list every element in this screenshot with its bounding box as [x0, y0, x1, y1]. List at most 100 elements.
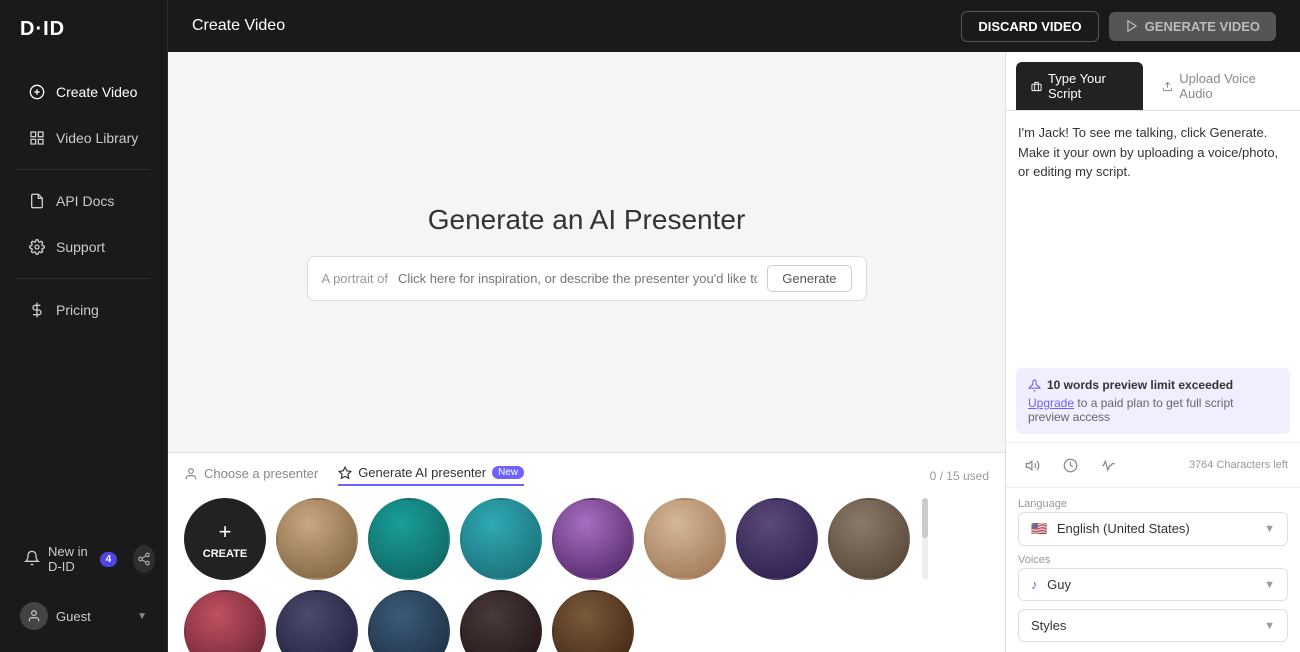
voices-label: Voices [1018, 554, 1288, 566]
script-textarea[interactable] [1018, 123, 1288, 343]
generate-bar-input[interactable] [398, 271, 757, 286]
language-setting: Language 🇺🇸 English (United States) ▼ [1018, 498, 1288, 546]
new-in-did-label: New in D-ID [48, 544, 92, 574]
sidebar-item-api-docs-label: API Docs [56, 193, 114, 209]
language-label: Language [1018, 498, 1288, 510]
voices-select[interactable]: ♪ Guy ▼ [1018, 568, 1288, 601]
logo-area: D·ID [0, 0, 167, 59]
generate-bar-button[interactable]: Generate [767, 265, 851, 292]
presenters-tabs: Choose a presenter Generate AI presenter… [184, 465, 989, 486]
generate-video-button[interactable]: GENERATE VIDEO [1109, 12, 1276, 41]
voices-chevron-icon: ▼ [1264, 579, 1275, 591]
tab-new-badge: New [492, 466, 524, 479]
scrollbar-area [920, 498, 928, 580]
used-count: 0 / 15 used [930, 469, 989, 483]
tab-type-script[interactable]: Type Your Script [1016, 62, 1143, 110]
keyboard-icon [1031, 80, 1042, 93]
presenters-row2 [184, 590, 989, 652]
presenter-item[interactable] [552, 590, 634, 652]
sidebar-item-video-library[interactable]: Video Library [8, 117, 159, 159]
script-panel: Type Your Script Upload Voice Audio 10 w… [1005, 52, 1300, 652]
sidebar-bottom: New in D-ID 4 Guest ▼ [0, 518, 167, 652]
main-content: Create Video DISCARD VIDEO GENERATE VIDE… [168, 0, 1300, 652]
presenter-item[interactable] [828, 498, 910, 580]
scrollbar-thumb[interactable] [922, 498, 928, 538]
presenter-item[interactable] [644, 498, 726, 580]
presenter-item[interactable] [276, 498, 358, 580]
sidebar-item-support-label: Support [56, 239, 105, 255]
video-panel: Generate an AI Presenter A portrait of G… [168, 52, 1005, 652]
language-chevron-icon: ▼ [1264, 523, 1275, 535]
sidebar-item-create-video-label: Create Video [56, 84, 137, 100]
new-in-did-button[interactable]: New in D-ID 4 [12, 534, 129, 584]
script-toolbar: 3764 Characters left [1006, 442, 1300, 487]
presenter-item[interactable] [460, 590, 542, 652]
sidebar-item-support[interactable]: Support [8, 226, 159, 268]
presenter-item[interactable] [368, 590, 450, 652]
create-presenter-button[interactable]: + CREATE [184, 498, 266, 580]
file-icon [28, 192, 46, 210]
plus-circle-icon [28, 83, 46, 101]
sidebar-item-pricing[interactable]: Pricing [8, 289, 159, 331]
content-area: Generate an AI Presenter A portrait of G… [168, 52, 1300, 652]
tabs-left: Choose a presenter Generate AI presenter… [184, 465, 524, 486]
tab-choose-presenter[interactable]: Choose a presenter [184, 465, 318, 486]
upload-icon [1162, 80, 1173, 93]
generate-icon [1125, 19, 1139, 33]
sidebar-item-create-video[interactable]: Create Video [8, 71, 159, 113]
presenter-item[interactable] [368, 498, 450, 580]
user-caret-icon: ▼ [137, 611, 147, 622]
sidebar-item-pricing-label: Pricing [56, 302, 99, 318]
styles-setting: Styles ▼ [1018, 609, 1288, 642]
tab-generate-ai-presenter[interactable]: Generate AI presenter New [338, 465, 524, 486]
sparkle-icon [338, 466, 352, 480]
language-select[interactable]: 🇺🇸 English (United States) ▼ [1018, 512, 1288, 546]
presenters-grid: + CREATE [184, 498, 910, 580]
voice-icon: ♪ [1031, 577, 1038, 592]
dollar-icon [28, 301, 46, 319]
styles-select[interactable]: Styles ▼ [1018, 609, 1288, 642]
script-tabs: Type Your Script Upload Voice Audio [1006, 52, 1300, 111]
settings-icon [28, 238, 46, 256]
topbar: Create Video DISCARD VIDEO GENERATE VIDE… [168, 0, 1300, 52]
share-button[interactable] [133, 545, 155, 573]
flag-icon: 🇺🇸 [1031, 521, 1047, 536]
script-textarea-area [1006, 111, 1300, 360]
user-avatar [20, 602, 48, 630]
nav-divider [16, 169, 151, 170]
char-count: 3764 Characters left [1189, 459, 1288, 471]
script-settings: Language 🇺🇸 English (United States) ▼ Vo… [1006, 487, 1300, 652]
user-area[interactable]: Guest ▼ [8, 592, 159, 640]
wave-icon[interactable] [1094, 451, 1122, 479]
presenter-item[interactable] [460, 498, 542, 580]
new-in-did-badge: 4 [100, 552, 118, 567]
styles-chevron-icon: ▼ [1264, 620, 1275, 632]
upgrade-link[interactable]: Upgrade [1028, 396, 1074, 410]
warning-title: 10 words preview limit exceeded [1028, 378, 1278, 392]
user-name: Guest [56, 609, 91, 624]
app-logo: D·ID [20, 18, 65, 41]
ai-presenter-area: Generate an AI Presenter A portrait of G… [168, 52, 1005, 452]
clock-icon[interactable] [1056, 451, 1084, 479]
tab-upload-audio[interactable]: Upload Voice Audio [1147, 62, 1290, 110]
page-title: Create Video [192, 17, 285, 35]
ai-presenter-title: Generate an AI Presenter [428, 204, 746, 236]
presenter-item[interactable] [184, 590, 266, 652]
generate-bar-label: A portrait of [322, 271, 388, 286]
presenter-item[interactable] [276, 590, 358, 652]
person-icon [184, 467, 198, 481]
topbar-actions: DISCARD VIDEO GENERATE VIDEO [961, 11, 1276, 42]
warning-icon [1028, 379, 1041, 392]
sidebar-item-video-library-label: Video Library [56, 130, 138, 146]
presenter-item[interactable] [552, 498, 634, 580]
discard-video-button[interactable]: DISCARD VIDEO [961, 11, 1098, 42]
sidebar-item-api-docs[interactable]: API Docs [8, 180, 159, 222]
presenter-item[interactable] [736, 498, 818, 580]
grid-icon [28, 129, 46, 147]
warning-body: Upgrade to a paid plan to get full scrip… [1028, 396, 1278, 424]
nav-divider-2 [16, 278, 151, 279]
scrollbar-track [922, 498, 928, 580]
generate-bar: A portrait of Generate [307, 256, 867, 301]
voices-setting: Voices ♪ Guy ▼ [1018, 554, 1288, 601]
volume-icon[interactable] [1018, 451, 1046, 479]
